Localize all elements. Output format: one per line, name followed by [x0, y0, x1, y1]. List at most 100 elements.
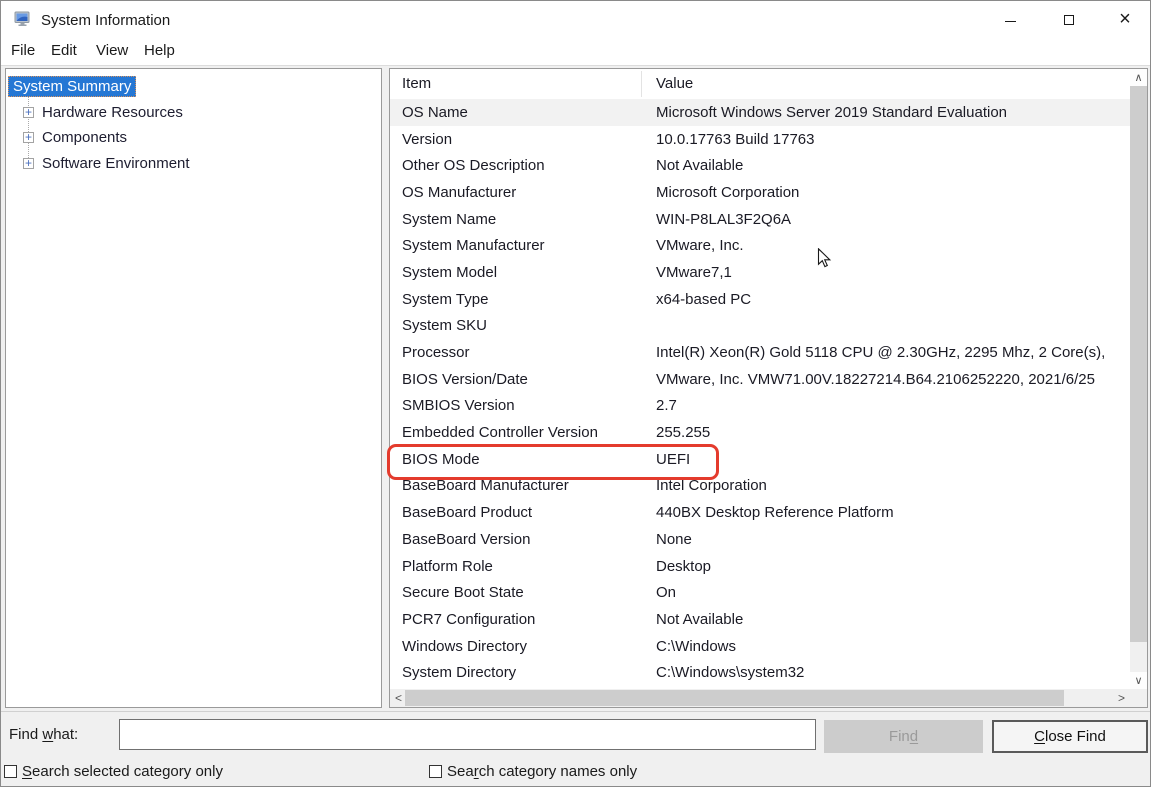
menu-view[interactable]: View: [96, 42, 128, 59]
item-cell: OS Name: [390, 104, 656, 121]
table-row[interactable]: BaseBoard Product 440BX Desktop Referenc…: [390, 499, 1130, 526]
item-cell: System Directory: [390, 664, 656, 681]
table-row[interactable]: Embedded Controller Version 255.255: [390, 419, 1130, 446]
table-row[interactable]: Version 10.0.17763 Build 17763: [390, 126, 1130, 153]
category-tree: System Summary + Hardware Resources + Co…: [5, 68, 382, 708]
value-cell: 255.255: [656, 424, 1130, 441]
table-row[interactable]: Secure Boot State On: [390, 579, 1130, 606]
menu-edit[interactable]: Edit: [51, 42, 77, 59]
find-input[interactable]: [119, 719, 816, 750]
search-category-names-checkbox[interactable]: [429, 765, 442, 778]
expand-plus-icon[interactable]: +: [23, 132, 34, 143]
tree-item-hardware-resources[interactable]: + Hardware Resources: [6, 100, 381, 126]
table-row[interactable]: Processor Intel(R) Xeon(R) Gold 5118 CPU…: [390, 339, 1130, 366]
scrollbar-corner: [1130, 689, 1147, 707]
table-row[interactable]: Platform Role Desktop: [390, 553, 1130, 580]
horizontal-scrollbar-thumb[interactable]: [405, 690, 1064, 706]
table-row[interactable]: PCR7 Configuration Not Available: [390, 606, 1130, 633]
item-cell: System SKU: [390, 317, 656, 334]
scroll-right-icon[interactable]: >: [1113, 689, 1130, 707]
table-row[interactable]: Other OS Description Not Available: [390, 152, 1130, 179]
table-row[interactable]: System Type x64-based PC: [390, 286, 1130, 313]
table-row[interactable]: OS Manufacturer Microsoft Corporation: [390, 179, 1130, 206]
tree-item-label: Hardware Resources: [42, 104, 183, 121]
item-cell: System Manufacturer: [390, 237, 656, 254]
maximize-icon: [1064, 15, 1074, 25]
table-body: OS Name Microsoft Windows Server 2019 St…: [390, 99, 1130, 688]
value-cell: x64-based PC: [656, 291, 1130, 308]
item-cell: Secure Boot State: [390, 584, 656, 601]
item-cell: PCR7 Configuration: [390, 611, 656, 628]
table-row[interactable]: SMBIOS Version 2.7: [390, 393, 1130, 420]
find-what-label: Find what:: [9, 726, 78, 743]
search-category-names-label[interactable]: Search category names only: [447, 763, 637, 780]
item-cell: System Type: [390, 291, 656, 308]
value-cell: UEFI: [656, 451, 1130, 468]
vertical-scrollbar-thumb[interactable]: [1130, 86, 1147, 642]
table-row[interactable]: BaseBoard Version None: [390, 526, 1130, 553]
tree-item-system-summary[interactable]: System Summary: [6, 74, 381, 100]
value-cell: C:\Windows\system32: [656, 664, 1130, 681]
menu-help[interactable]: Help: [144, 42, 175, 59]
find-bar: Find what: Find Close Find Search select…: [1, 711, 1150, 786]
minimize-button[interactable]: [987, 1, 1033, 39]
column-header-item[interactable]: Item: [402, 75, 431, 92]
item-cell: System Model: [390, 264, 656, 281]
search-selected-category-label[interactable]: Search selected category only: [22, 763, 223, 780]
item-cell: Platform Role: [390, 558, 656, 575]
value-cell: 10.0.17763 Build 17763: [656, 131, 1130, 148]
table-row[interactable]: BIOS Version/Date VMware, Inc. VMW71.00V…: [390, 366, 1130, 393]
item-cell: BaseBoard Product: [390, 504, 656, 521]
item-cell: BaseBoard Version: [390, 531, 656, 548]
table-row[interactable]: System SKU: [390, 313, 1130, 340]
system-information-app-icon: [14, 11, 31, 27]
item-cell: Processor: [390, 344, 656, 361]
vertical-scrollbar[interactable]: ∧ ∨: [1130, 69, 1147, 689]
table-row[interactable]: System Directory C:\Windows\system32: [390, 659, 1130, 686]
tree-item-components[interactable]: + Components: [6, 125, 381, 151]
maximize-button[interactable]: [1046, 1, 1092, 39]
table-row[interactable]: BaseBoard Manufacturer Intel Corporation: [390, 473, 1130, 500]
item-cell: System Name: [390, 211, 656, 228]
item-cell: Windows Directory: [390, 638, 656, 655]
close-find-button[interactable]: Close Find: [992, 720, 1148, 753]
minimize-icon: [1005, 21, 1016, 22]
value-cell: VMware7,1: [656, 264, 1130, 281]
value-cell: Intel(R) Xeon(R) Gold 5118 CPU @ 2.30GHz…: [656, 344, 1130, 361]
tree-item-label: System Summary: [8, 76, 136, 97]
table-row[interactable]: System Manufacturer VMware, Inc.: [390, 232, 1130, 259]
table-row[interactable]: System Name WIN-P8LAL3F2Q6A: [390, 206, 1130, 233]
value-cell: Intel Corporation: [656, 477, 1130, 494]
close-button[interactable]: ×: [1102, 1, 1148, 39]
value-cell: Desktop: [656, 558, 1130, 575]
item-cell: Other OS Description: [390, 157, 656, 174]
window-title: System Information: [41, 12, 170, 29]
value-cell: Not Available: [656, 611, 1130, 628]
scroll-up-icon[interactable]: ∧: [1130, 69, 1147, 86]
close-icon: ×: [1119, 9, 1131, 29]
horizontal-scrollbar[interactable]: < >: [390, 689, 1130, 707]
tree-item-software-environment[interactable]: + Software Environment: [6, 151, 381, 177]
item-cell: BIOS Version/Date: [390, 371, 656, 388]
table-row[interactable]: Windows Directory C:\Windows: [390, 633, 1130, 660]
scroll-down-icon[interactable]: ∨: [1130, 672, 1147, 689]
item-cell: SMBIOS Version: [390, 397, 656, 414]
details-table: Item Value OS Name Microsoft Windows Ser…: [389, 68, 1148, 708]
expand-plus-icon[interactable]: +: [23, 158, 34, 169]
value-cell: Microsoft Windows Server 2019 Standard E…: [656, 104, 1130, 121]
table-row[interactable]: OS Name Microsoft Windows Server 2019 St…: [390, 99, 1130, 126]
column-divider[interactable]: [641, 71, 642, 97]
table-row[interactable]: System Model VMware7,1: [390, 259, 1130, 286]
value-cell: Microsoft Corporation: [656, 184, 1130, 201]
search-selected-category-checkbox[interactable]: [4, 765, 17, 778]
expand-plus-icon[interactable]: +: [23, 107, 34, 118]
value-cell: VMware, Inc. VMW71.00V.18227214.B64.2106…: [656, 371, 1130, 388]
find-button[interactable]: Find: [824, 720, 983, 753]
system-information-window: System Information × File Edit View Help…: [0, 0, 1151, 787]
tree-item-label: Software Environment: [42, 155, 190, 172]
menu-file[interactable]: File: [11, 42, 35, 59]
column-header-value[interactable]: Value: [656, 75, 693, 92]
table-row[interactable]: BIOS Mode UEFI: [390, 446, 1130, 473]
value-cell: None: [656, 531, 1130, 548]
tree-item-label: Components: [42, 129, 127, 146]
